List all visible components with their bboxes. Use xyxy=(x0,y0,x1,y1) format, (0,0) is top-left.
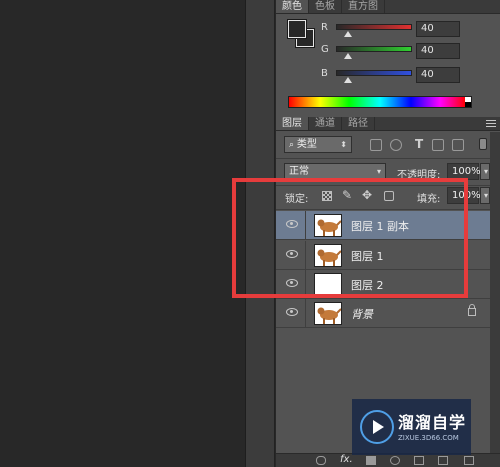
tab-channels[interactable]: 通道 xyxy=(309,117,342,130)
opacity-dropdown[interactable]: ▾ xyxy=(480,163,490,180)
layers-divider xyxy=(276,158,490,159)
green-channel-label: G xyxy=(321,44,329,55)
pixel-filter-icon[interactable] xyxy=(370,139,382,151)
red-channel-slider[interactable] xyxy=(336,24,412,30)
adjustment-layer-icon[interactable] xyxy=(390,456,400,465)
adjustment-filter-icon[interactable] xyxy=(390,139,402,151)
row-divider xyxy=(305,299,306,328)
add-mask-icon[interactable] xyxy=(366,456,376,465)
watermark-url: ZIXUE.3D66.COM xyxy=(398,434,459,442)
dog-image xyxy=(317,307,341,324)
lock-icon xyxy=(468,304,476,316)
green-value-field[interactable]: 40 xyxy=(416,43,460,59)
color-panel-tabbar: 颜色 色板 直方图 xyxy=(276,0,500,14)
green-channel-slider[interactable] xyxy=(336,46,412,52)
fill-dropdown[interactable]: ▾ xyxy=(480,187,490,204)
tab-color[interactable]: 颜色 xyxy=(276,0,309,13)
document-canvas[interactable] xyxy=(0,0,245,467)
chevron-down-icon: ▾ xyxy=(376,167,381,176)
shape-filter-icon[interactable] xyxy=(432,139,444,151)
layers-panel-tabbar: 图层 通道 路径 xyxy=(276,117,500,131)
color-spectrum-ramp[interactable] xyxy=(288,96,472,108)
chevron-down-icon: ▾ xyxy=(483,167,488,176)
layers-scrollbar[interactable] xyxy=(490,132,500,467)
filter-toggle-switch[interactable] xyxy=(479,138,487,150)
layer-row[interactable]: 背景 xyxy=(276,299,490,328)
blend-mode-label: 正常 xyxy=(289,166,309,177)
blue-value-field[interactable]: 40 xyxy=(416,67,460,83)
fx-icon[interactable]: fx. xyxy=(340,454,353,465)
link-layers-icon[interactable] xyxy=(316,456,326,465)
smart-object-filter-icon[interactable] xyxy=(452,139,464,151)
tab-swatches[interactable]: 色板 xyxy=(309,0,342,13)
blue-slider-thumb[interactable] xyxy=(344,77,352,83)
foreground-color-swatch[interactable] xyxy=(288,20,306,38)
layer-thumbnail xyxy=(314,302,342,325)
filter-select-label: 类型 xyxy=(296,139,317,150)
green-slider-thumb[interactable] xyxy=(344,53,352,59)
blue-channel-label: B xyxy=(321,68,328,79)
highlight-annotation-box xyxy=(232,178,468,298)
blue-channel-slider[interactable] xyxy=(336,70,412,76)
red-slider-thumb[interactable] xyxy=(344,31,352,37)
layers-panel-footer: fx. xyxy=(276,453,500,467)
watermark-title: 溜溜自学 xyxy=(398,413,467,432)
search-icon: ⌕ xyxy=(289,140,297,150)
watermark: 溜溜自学 ZIXUE.3D66.COM xyxy=(352,399,471,455)
type-filter-icon[interactable]: T xyxy=(415,137,423,151)
red-value-field[interactable]: 40 xyxy=(416,21,460,37)
play-logo-icon xyxy=(360,410,394,444)
new-layer-icon[interactable] xyxy=(438,456,448,465)
chevron-down-icon: ▾ xyxy=(483,191,488,200)
trash-icon[interactable] xyxy=(464,456,474,465)
tab-layers[interactable]: 图层 xyxy=(276,117,309,130)
black-white-swatch[interactable] xyxy=(465,97,471,107)
panel-menu-icon[interactable] xyxy=(486,120,496,128)
tab-paths[interactable]: 路径 xyxy=(342,117,375,130)
red-channel-label: R xyxy=(321,22,328,33)
new-group-icon[interactable] xyxy=(414,456,424,465)
eye-icon[interactable] xyxy=(286,307,298,317)
layer-filter-select[interactable]: ⌕ 类型 ⬍ xyxy=(284,136,352,153)
tab-histogram[interactable]: 直方图 xyxy=(342,0,385,13)
layer-name[interactable]: 背景 xyxy=(351,306,373,322)
chevron-updown-icon: ⬍ xyxy=(340,140,347,149)
